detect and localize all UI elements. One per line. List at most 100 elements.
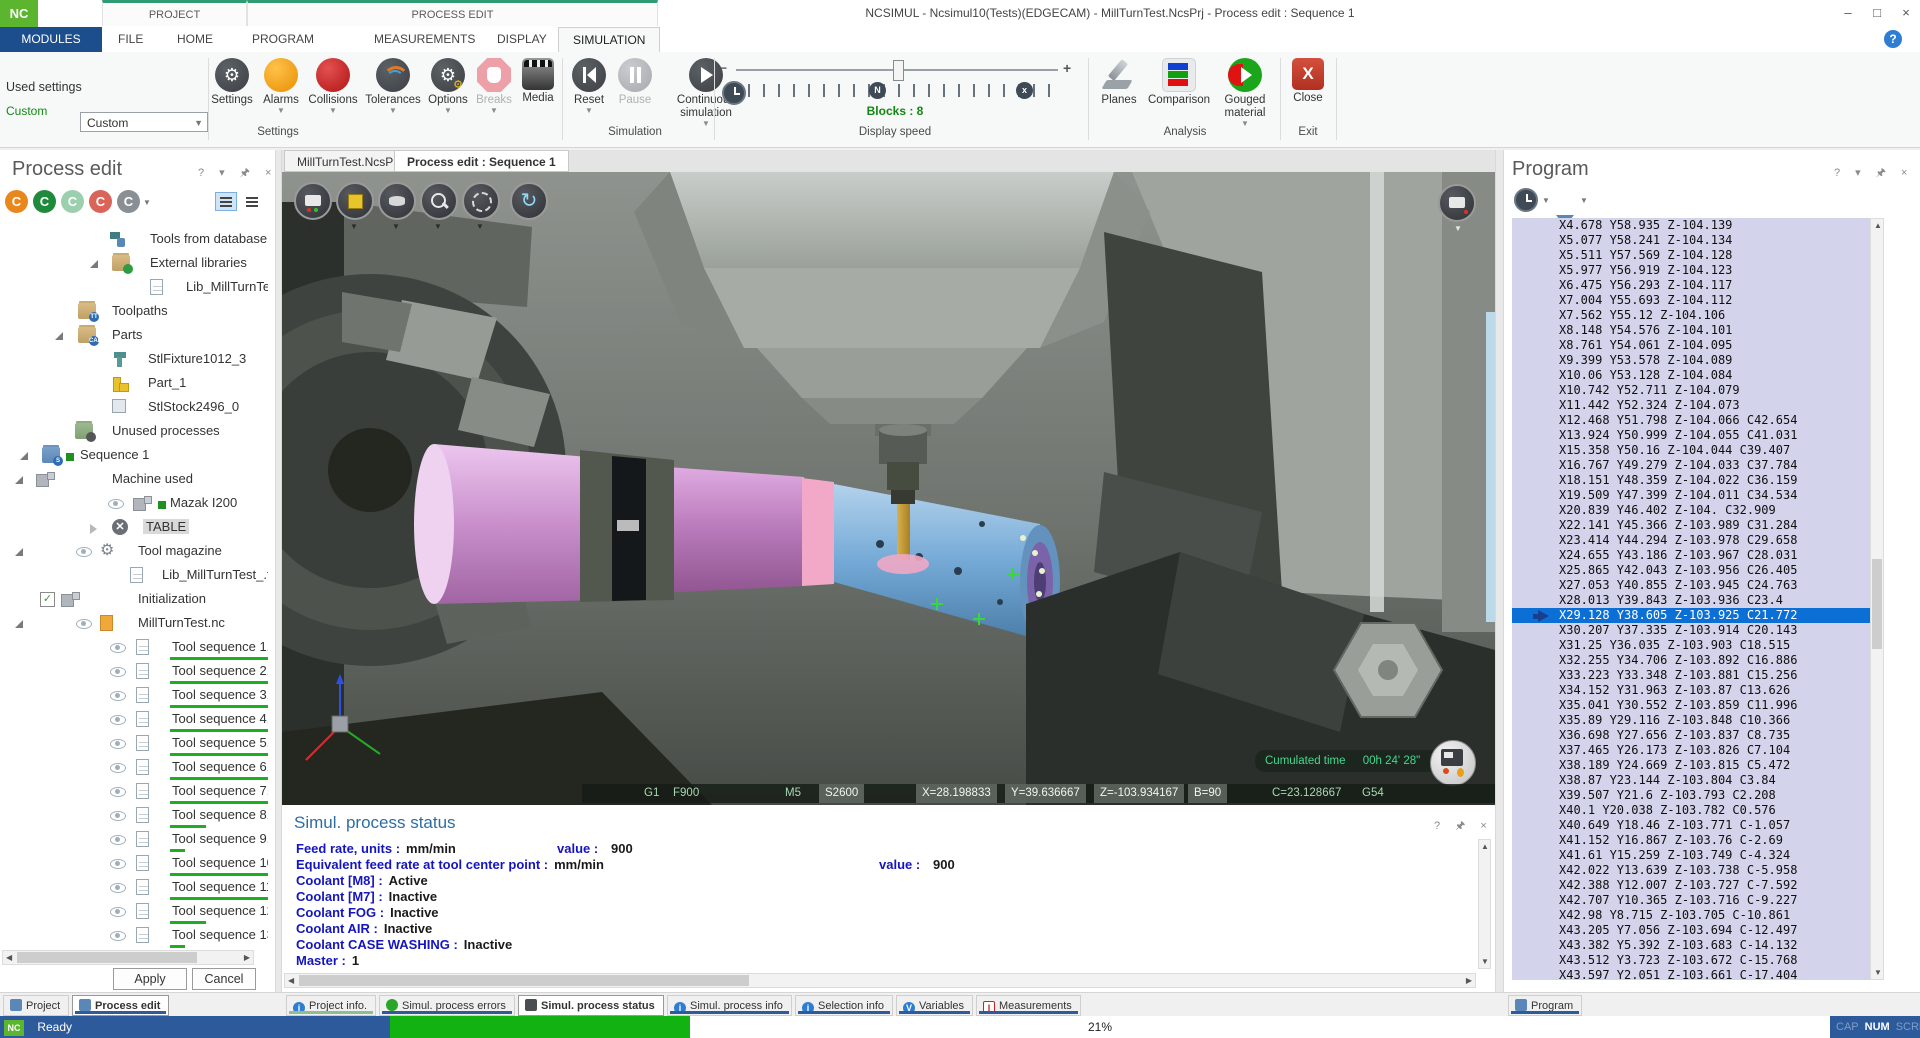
gcode-line[interactable]: X41.152 Y16.867 Z-103.76 C-2.69: [1512, 833, 1870, 848]
chevron-down-icon[interactable]: ▼: [143, 198, 151, 207]
panel-header-icons[interactable]: ? ▾ 🖈 ×: [198, 164, 277, 183]
tree-row[interactable]: Tool sequence 12,: [0, 900, 268, 924]
visibility-eye-icon[interactable]: [110, 691, 126, 701]
panel-splitter[interactable]: [1495, 150, 1504, 1016]
close-simulation-button[interactable]: X Close: [1284, 58, 1332, 105]
bottom-tab-program[interactable]: Program: [1508, 995, 1582, 1016]
visibility-eye-icon[interactable]: [110, 835, 126, 845]
process-orange-icon[interactable]: C: [5, 190, 28, 213]
tree-row[interactable]: SSequence 1: [0, 444, 268, 468]
gcode-line[interactable]: X7.004 Y55.693 Z-104.112: [1512, 293, 1870, 308]
gcode-line[interactable]: X43.205 Y7.056 Z-103.694 C-12.497: [1512, 923, 1870, 938]
checkbox[interactable]: ✓: [40, 592, 55, 607]
tree-row[interactable]: TTToolpaths: [0, 300, 268, 324]
selection-circle-icon[interactable]: [462, 182, 500, 220]
expander-open-icon[interactable]: [90, 260, 98, 268]
tab-program[interactable]: PROGRAM: [238, 27, 328, 52]
gcode-line[interactable]: X43.512 Y3.723 Z-103.672 C-15.768: [1512, 953, 1870, 968]
gcode-line[interactable]: X34.152 Y31.963 Z-103.87 C13.626: [1512, 683, 1870, 698]
gcode-line[interactable]: X38.87 Y23.144 Z-103.804 C3.84: [1512, 773, 1870, 788]
gcode-line[interactable]: X40.649 Y18.46 Z-103.771 C-1.057: [1512, 818, 1870, 833]
maximize-button[interactable]: □: [1862, 0, 1892, 27]
tree-row[interactable]: Tool sequence 5,: [0, 732, 268, 756]
gcode-line[interactable]: X8.761 Y54.061 Z-104.095: [1512, 338, 1870, 353]
workpiece-icon[interactable]: [378, 182, 416, 220]
expander-open-icon[interactable]: [20, 452, 28, 460]
panel-header-icons[interactable]: ? 🖈 ×: [1434, 817, 1493, 836]
gcode-line[interactable]: X27.053 Y40.855 Z-103.945 C24.763: [1512, 578, 1870, 593]
visibility-eye-icon[interactable]: [110, 907, 126, 917]
gcode-line[interactable]: X7.562 Y55.12 Z-104.106: [1512, 308, 1870, 323]
gcode-line[interactable]: X33.223 Y33.348 Z-103.881 C15.256: [1512, 668, 1870, 683]
visibility-eye-icon[interactable]: [110, 739, 126, 749]
close-window-button[interactable]: ×: [1891, 0, 1920, 27]
gcode-line[interactable]: X39.507 Y21.6 Z-103.793 C2.208: [1512, 788, 1870, 803]
reset-button[interactable]: Reset▼: [566, 58, 612, 115]
gcode-line[interactable]: X5.977 Y56.919 Z-104.123: [1512, 263, 1870, 278]
zoom-icon[interactable]: [420, 182, 458, 220]
machine-status-icon[interactable]: [1430, 740, 1476, 786]
gcode-line[interactable]: X10.742 Y52.711 Z-104.079: [1512, 383, 1870, 398]
expander-open-icon[interactable]: [15, 476, 23, 484]
used-settings-dropdown[interactable]: Custom ▼: [80, 112, 208, 132]
visibility-eye-icon[interactable]: [110, 931, 126, 941]
visibility-eye-icon[interactable]: [110, 643, 126, 653]
gcode-line[interactable]: X43.597 Y2.051 Z-103.661 C-17.404: [1512, 968, 1870, 980]
tree-row[interactable]: Tool sequence 2,: [0, 660, 268, 684]
process-green-icon[interactable]: C: [33, 190, 56, 213]
status-vertical-scrollbar[interactable]: ▲▼: [1478, 839, 1491, 969]
list-view-icon[interactable]: [215, 192, 237, 211]
snapshot-icon[interactable]: [1438, 184, 1476, 222]
gcode-line[interactable]: X42.388 Y12.007 Z-103.727 C-7.592: [1512, 878, 1870, 893]
tree-row[interactable]: Tool sequence 4,: [0, 708, 268, 732]
bottom-tab-simul-process-status[interactable]: Simul. process status: [518, 995, 664, 1016]
viewport-tab-process-edit[interactable]: Process edit : Sequence 1: [394, 150, 569, 172]
program-vertical-scrollbar[interactable]: ▲▼: [1870, 218, 1884, 980]
tree-row[interactable]: ✓Initialization: [0, 588, 268, 612]
tree-row[interactable]: Part_1: [0, 372, 268, 396]
gcode-line[interactable]: X40.1 Y20.038 Z-103.782 C0.576: [1512, 803, 1870, 818]
visibility-eye-icon[interactable]: [108, 499, 124, 509]
context-group-process-edit[interactable]: PROCESS EDIT: [247, 0, 658, 26]
gcode-line[interactable]: X18.151 Y48.359 Z-104.022 C36.159: [1512, 473, 1870, 488]
speed-slider-handle[interactable]: [893, 60, 904, 81]
rotate-icon[interactable]: ↻: [510, 182, 548, 220]
gcode-line[interactable]: X31.25 Y36.035 Z-103.903 C18.515: [1512, 638, 1870, 653]
gcode-line[interactable]: X16.767 Y49.279 Z-104.033 C37.784: [1512, 458, 1870, 473]
panel-splitter[interactable]: [275, 150, 282, 1016]
help-icon[interactable]: ?: [1884, 30, 1902, 48]
tree-row[interactable]: Tool sequence 1,: [0, 636, 268, 660]
gcode-line[interactable]: X32.255 Y34.706 Z-103.892 C16.886: [1512, 653, 1870, 668]
context-group-project[interactable]: PROJECT: [102, 0, 247, 26]
panel-header-icons[interactable]: ? ▾ 🖈 ×: [1834, 164, 1913, 183]
bottom-tab-variables[interactable]: VVariables: [896, 995, 973, 1016]
tree-row[interactable]: External libraries: [0, 252, 268, 276]
gcode-line[interactable]: X5.077 Y58.241 Z-104.134: [1512, 233, 1870, 248]
visibility-eye-icon[interactable]: [110, 667, 126, 677]
speed-minus-button[interactable]: −: [720, 61, 727, 75]
tree-row[interactable]: Unused processes: [0, 420, 268, 444]
tree-row[interactable]: Tool sequence 11,: [0, 876, 268, 900]
tab-file[interactable]: FILE: [104, 27, 157, 52]
tree-row[interactable]: StlFixture1012_3: [0, 348, 268, 372]
gcode-line[interactable]: X28.013 Y39.843 Z-103.936 C23.4: [1512, 593, 1870, 608]
chevron-down-icon[interactable]: ▼: [1542, 196, 1550, 205]
gcode-line[interactable]: X41.61 Y15.259 Z-103.749 C-4.324: [1512, 848, 1870, 863]
settings-button[interactable]: ⚙ Settings: [206, 58, 258, 107]
process-gear-icon[interactable]: C: [117, 190, 140, 213]
tree-row[interactable]: Machine used: [0, 468, 268, 492]
gcode-line[interactable]: X19.509 Y47.399 Z-104.011 C34.534: [1512, 488, 1870, 503]
tree-horizontal-scrollbar[interactable]: ◀▶: [2, 950, 254, 965]
gcode-line[interactable]: X10.06 Y53.128 Z-104.084: [1512, 368, 1870, 383]
tab-measurements[interactable]: MEASUREMENTS: [360, 27, 489, 52]
tree-row[interactable]: Tool sequence 3,: [0, 684, 268, 708]
apply-button[interactable]: Apply: [113, 968, 187, 990]
bottom-tab-process-edit[interactable]: Process edit: [72, 995, 169, 1016]
tree-row[interactable]: Tool sequence 7,: [0, 780, 268, 804]
tree-row[interactable]: Tool sequence 8,: [0, 804, 268, 828]
gcode-line[interactable]: X30.207 Y37.335 Z-103.914 C20.143: [1512, 623, 1870, 638]
bottom-tab-selection-info[interactable]: iSelection info: [795, 995, 893, 1016]
expander-open-icon[interactable]: [15, 620, 23, 628]
process-tool-icon[interactable]: C: [61, 190, 84, 213]
tree-row[interactable]: CADParts: [0, 324, 268, 348]
